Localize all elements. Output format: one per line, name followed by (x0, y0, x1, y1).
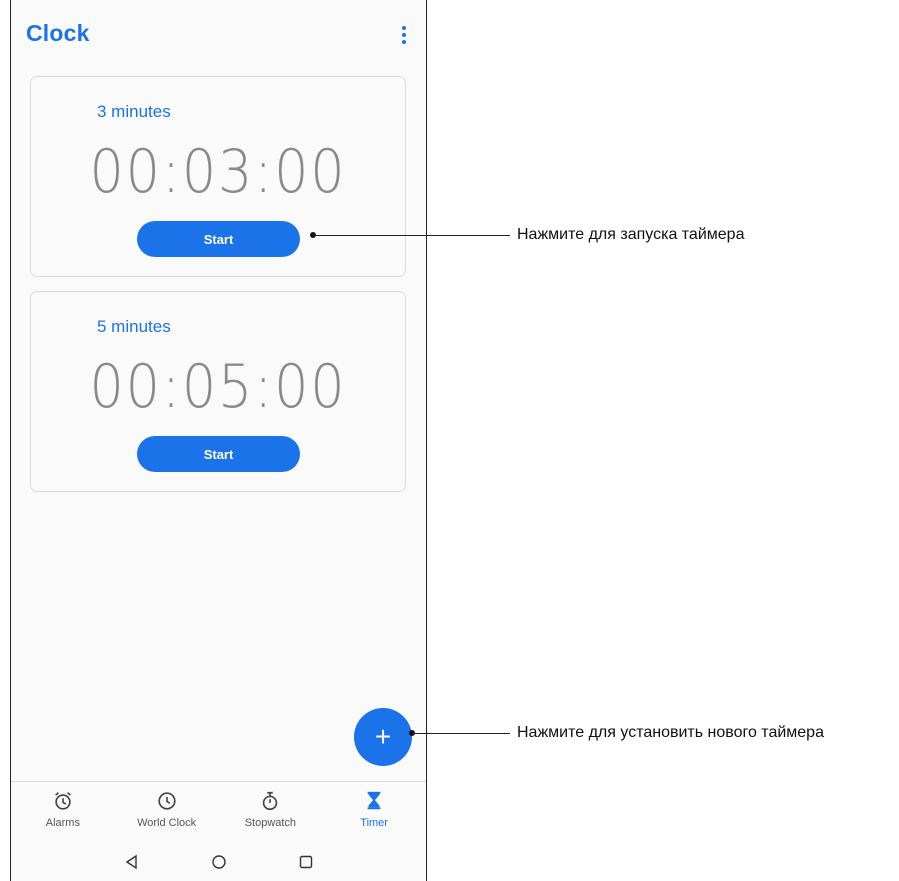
hourglass-icon (367, 791, 381, 810)
home-icon (211, 855, 226, 869)
back-icon (125, 854, 137, 870)
nav-timer[interactable]: Timer (322, 782, 426, 842)
nav-label: Stopwatch (244, 817, 297, 829)
callout-start-timer: Нажмите для запуска таймера (517, 226, 745, 243)
nav-alarms[interactable]: Alarms (11, 782, 115, 842)
menu-dot (402, 40, 406, 44)
start-button[interactable]: Start (137, 221, 300, 257)
timer-card[interactable]: 3 minutes 00:03:00 Start (30, 76, 406, 277)
more-options-button[interactable] (392, 22, 416, 48)
nav-world-clock[interactable]: World Clock (115, 782, 219, 842)
nav-label: Timer (360, 817, 388, 829)
timer-card[interactable]: 5 minutes 00:05:00 Start (30, 291, 406, 492)
nav-label: Alarms (45, 817, 80, 829)
back-button[interactable] (121, 851, 143, 873)
timer-label: 3 minutes (97, 102, 171, 121)
start-button[interactable]: Start (137, 436, 300, 472)
plus-icon: + (374, 721, 392, 752)
bottom-navigation: Alarms World Clock Stopwatch Timer (11, 781, 426, 842)
nav-stopwatch[interactable]: Stopwatch (219, 782, 323, 842)
home-button[interactable] (208, 851, 230, 873)
alarm-icon (55, 792, 71, 810)
system-navigation-bar (11, 843, 426, 881)
timer-label: 5 minutes (97, 317, 171, 336)
recents-icon (299, 855, 312, 869)
stopwatch-icon (263, 791, 278, 811)
nav-label: World Clock (137, 817, 197, 829)
recents-button[interactable] (295, 851, 317, 873)
menu-dot (402, 26, 406, 30)
phone-screen: Clock 3 minutes 00:03:00 Start 5 minutes… (10, 0, 427, 881)
callout-line (412, 733, 510, 734)
clock-icon (158, 792, 176, 810)
callout-line (313, 235, 510, 236)
add-timer-button[interactable]: + (354, 708, 412, 766)
timer-time: 00:03:00 (89, 137, 347, 207)
callout-add-timer: Нажмите для установить нового таймера (517, 724, 824, 741)
menu-dot (402, 33, 406, 37)
timer-time: 00:05:00 (89, 352, 347, 422)
app-title: Clock (26, 20, 90, 46)
